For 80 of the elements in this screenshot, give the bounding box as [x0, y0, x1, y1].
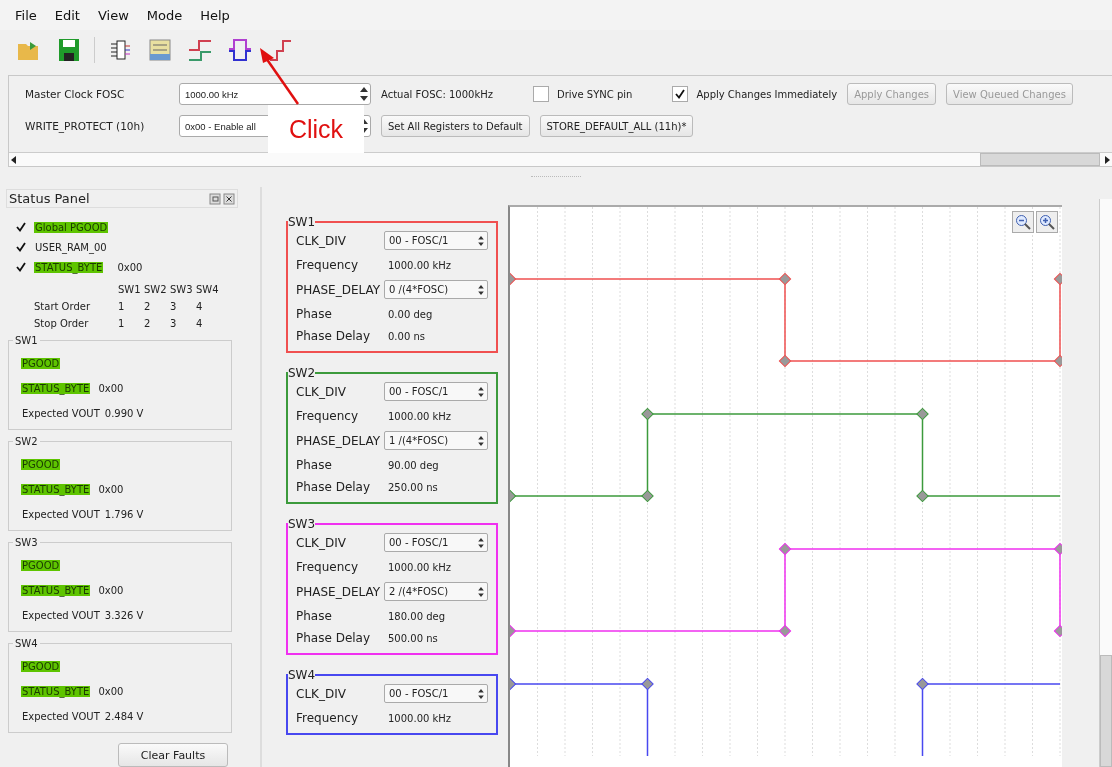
status-value: 0x00 — [98, 585, 124, 596]
channel-title: SW4 — [288, 668, 316, 682]
order-value: 1 — [118, 301, 126, 312]
setting-value: 1000.00 kHz — [387, 712, 453, 724]
setting-label: CLK_DIV — [296, 535, 347, 550]
setting-label: CLK_DIV — [296, 686, 347, 701]
setting-label: Phase Delay — [296, 480, 372, 494]
status-label: Global PGOOD — [34, 221, 109, 233]
status-label: PGOOD — [21, 661, 61, 672]
status-value: 0x00 — [98, 383, 124, 394]
group-title: SW2 — [14, 436, 39, 447]
vout-value: 3.326 V — [104, 610, 144, 621]
order-value: 2 — [144, 318, 152, 329]
order-value: 4 — [196, 318, 204, 329]
column-header: SW3 — [170, 284, 194, 295]
order-value: 2 — [144, 301, 152, 312]
annotation-text: Click — [288, 114, 344, 144]
setting-label: CLK_DIV — [296, 384, 347, 399]
vout-label: Expected VOUT — [21, 610, 101, 621]
setting-label: Phase — [296, 307, 333, 321]
setting-label: Phase — [296, 609, 333, 623]
checkbox-label: Drive SYNC pin — [557, 88, 633, 100]
setting-value: 90.00 deg — [387, 459, 440, 471]
status-label: STATUS_BYTE — [21, 383, 91, 394]
status-value: 0x00 — [98, 484, 124, 495]
setting-value: 1000.00 kHz — [387, 410, 453, 422]
setting-label: Phase — [296, 458, 333, 472]
setting-label: Frequency — [296, 711, 359, 725]
order-value: 3 — [170, 301, 178, 312]
setting-value: 500.00 ns — [387, 632, 439, 644]
group-title: SW4 — [14, 638, 39, 649]
status-label: PGOOD — [21, 459, 61, 470]
setting-label: Phase Delay — [296, 329, 372, 343]
status-label: STATUS_BYTE — [21, 585, 91, 596]
setting-value: 0.00 ns — [387, 330, 426, 342]
column-header: SW1 — [118, 284, 142, 295]
setting-label: Phase Delay — [296, 631, 372, 645]
column-header: SW4 — [196, 284, 220, 295]
status-label: PGOOD — [21, 358, 61, 369]
info-text: Actual FOSC: 1000kHz — [381, 88, 494, 100]
setting-label: Frequency — [296, 258, 359, 272]
status-label: PGOOD — [21, 560, 61, 571]
setting-label: PHASE_DELAY — [296, 282, 382, 297]
setting-value: 0.00 deg — [387, 308, 434, 320]
status-label: STATUS_BYTE — [34, 261, 104, 273]
checkbox-label: Apply Changes Immediately — [696, 88, 838, 100]
setting-label: Frequency — [296, 409, 359, 423]
panel-title: Status Panel — [9, 191, 90, 206]
field-label: Master Clock FOSC — [25, 88, 126, 100]
status-label: USER_RAM_00 — [34, 241, 108, 253]
setting-value: 250.00 ns — [387, 481, 439, 493]
status-label: STATUS_BYTE — [21, 686, 91, 697]
setting-value: 180.00 deg — [387, 610, 447, 622]
group-title: SW3 — [14, 537, 39, 548]
channel-title: SW2 — [288, 366, 316, 380]
setting-label: PHASE_DELAY — [296, 433, 382, 448]
setting-value: 1000.00 kHz — [387, 259, 453, 271]
group-title: SW1 — [14, 335, 39, 346]
vout-value: 2.484 V — [104, 711, 144, 722]
status-label: STATUS_BYTE — [21, 484, 91, 495]
setting-label: CLK_DIV — [296, 233, 347, 248]
status-value: 0x00 — [98, 686, 124, 697]
order-value: 3 — [170, 318, 178, 329]
channel-title: SW3 — [288, 517, 316, 531]
setting-label: Frequency — [296, 560, 359, 574]
setting-label: PHASE_DELAY — [296, 584, 382, 599]
vout-value: 1.796 V — [104, 509, 144, 520]
vout-label: Expected VOUT — [21, 711, 101, 722]
setting-value: 1000.00 kHz — [387, 561, 453, 573]
order-value: 4 — [196, 301, 204, 312]
vout-label: Expected VOUT — [21, 509, 101, 520]
status-value: 0x00 — [117, 261, 143, 273]
channel-title: SW1 — [288, 215, 316, 229]
column-header: SW2 — [144, 284, 168, 295]
vout-label: Expected VOUT — [21, 408, 101, 419]
row-label: Start Order — [34, 301, 92, 312]
field-label: WRITE_PROTECT (10h) — [25, 120, 146, 132]
order-value: 1 — [118, 318, 126, 329]
vout-value: 0.990 V — [104, 408, 144, 419]
row-label: Stop Order — [34, 318, 90, 329]
